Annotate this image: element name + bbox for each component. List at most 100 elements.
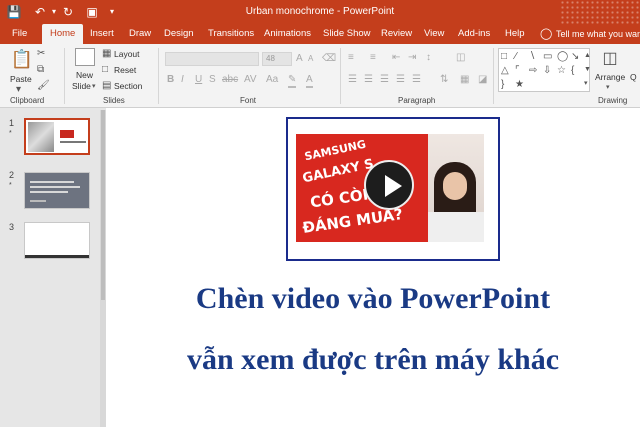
presenter-face [443,172,467,200]
play-icon[interactable] [364,160,414,210]
tab-design[interactable]: Design [164,24,194,44]
scrollbar-thumb[interactable] [101,110,105,300]
new-slide-button[interactable]: New [76,70,93,80]
decrease-font-icon[interactable]: A [308,53,313,65]
align-text-icon[interactable]: ▦ [460,74,469,86]
reset-button[interactable]: Reset [114,65,136,75]
text-direction-icon[interactable]: ⇅ [440,74,448,86]
arrow-right-shape-icon[interactable]: ⇨ [529,65,537,77]
strikethrough-button[interactable]: abc [222,74,238,86]
star-shape-icon[interactable]: ★ [515,79,524,91]
paste-button[interactable]: Paste [10,74,32,84]
gallery-more-icon[interactable]: ▾ [584,78,588,90]
layout-icon: ▦ [102,48,112,59]
clear-formatting-icon[interactable]: ⌫ [322,53,336,65]
presenter-shirt [428,212,484,242]
tab-view[interactable]: View [424,24,444,44]
textbox-shape-icon[interactable]: □ [501,51,507,63]
columns-icon[interactable]: ◫ [456,52,465,64]
connector-shape-icon[interactable]: ⌜ [515,65,520,77]
align-left-icon[interactable]: ☰ [348,74,357,86]
arrange-dropdown-icon[interactable]: ▾ [606,82,610,94]
star-shape-icon[interactable]: ☆ [557,65,566,77]
group-separator [340,48,341,104]
triangle-shape-icon[interactable]: △ [501,65,509,77]
shapes-gallery[interactable]: □ ∕ ∖ ▭ ◯ ↘ △ ⌜ ⇨ ⇩ ☆ { } ★ [498,48,590,92]
oval-shape-icon[interactable]: ◯ [557,51,568,63]
layout-button[interactable]: Layout [114,49,140,59]
slide-number: 1 [9,118,15,128]
slide-animation-marker: * [9,182,12,189]
tell-me-box[interactable]: Tell me what you want [556,24,640,44]
tab-help[interactable]: Help [505,24,525,44]
new-slide-dropdown-icon[interactable]: ▾ [92,81,96,93]
underline-button[interactable]: U [195,74,202,86]
caption-line-2: vẫn xem được trên máy khác [186,343,560,376]
slide-number: 2 [9,170,15,180]
section-icon: ▤ [102,80,112,91]
cut-icon[interactable]: ✂ [37,48,45,60]
bold-button[interactable]: B [167,74,174,86]
line-shape-icon[interactable]: ∖ [529,51,535,63]
arrange-icon[interactable]: ◫ [600,50,620,68]
justify-icon[interactable]: ☰ [396,74,405,86]
increase-font-icon[interactable]: A [296,53,303,65]
thumb-text [30,181,74,183]
smartart-icon[interactable]: ◪ [478,74,487,86]
tab-draw[interactable]: Draw [129,24,151,44]
change-case-button[interactable]: Aa [266,74,278,86]
bullets-icon[interactable]: ≡ [348,52,354,64]
drawing-group-label: Drawing [598,96,628,105]
format-painter-icon[interactable]: 🖌 [37,80,50,92]
tab-add-ins[interactable]: Add-ins [458,24,490,44]
slide-thumbnail-pane [0,108,106,427]
line-shape-icon[interactable]: ∕ [515,51,517,63]
tab-insert[interactable]: Insert [90,24,114,44]
decrease-indent-icon[interactable]: ⇤ [392,52,400,64]
gallery-up-icon[interactable]: ▲ [584,50,591,62]
tab-transitions[interactable]: Transitions [208,24,254,44]
line-spacing-icon[interactable]: ↕ [426,52,431,64]
video-placeholder[interactable]: SAMSUNG GALAXY S CÓ CÒN ĐÁNG MUA? [286,117,500,261]
new-slide-icon[interactable] [75,48,95,66]
shadow-button[interactable]: S [209,74,216,86]
distributed-icon[interactable]: ☰ [412,74,421,86]
section-button[interactable]: Section [114,81,142,91]
brace-shape-icon[interactable]: } [501,79,504,91]
highlight-color-icon[interactable]: ✎ [288,74,297,88]
clipboard-group-label: Clipboard [10,96,45,105]
copy-icon[interactable]: ⧉ [37,64,44,76]
arrange-button[interactable]: Arrange [595,72,625,82]
thumb-text [30,186,80,188]
tab-file[interactable]: File [12,24,27,44]
align-right-icon[interactable]: ☰ [380,74,389,86]
increase-indent-icon[interactable]: ⇥ [408,52,416,64]
tab-home[interactable]: Home [42,24,84,44]
arrow-shape-icon[interactable]: ↘ [571,51,579,63]
new-slide-label-2: Slide [72,81,91,91]
thumb-video [60,130,74,138]
font-name-field[interactable] [165,52,259,66]
ribbon-tab-bar: File Home Insert Draw Design Transitions… [0,24,640,44]
arrow-down-shape-icon[interactable]: ⇩ [543,65,551,77]
slide-thumbnail-3[interactable] [24,222,90,259]
character-spacing-button[interactable]: AV [244,74,257,86]
numbering-icon[interactable]: ≡ [370,52,376,64]
slide-thumbnail-1[interactable] [24,118,90,155]
curly-brace-shape-icon[interactable]: { [571,65,574,77]
tab-review[interactable]: Review [381,24,412,44]
tab-animations[interactable]: Animations [264,24,311,44]
rectangle-shape-icon[interactable]: ▭ [543,51,552,63]
thumb-text [30,200,46,202]
italic-button[interactable]: I [181,74,184,86]
gallery-down-icon[interactable]: ▼ [584,64,591,76]
align-center-icon[interactable]: ☰ [364,74,373,86]
quick-styles-button[interactable]: Q [630,72,637,82]
group-separator [493,48,494,104]
font-color-button[interactable]: A [306,74,313,88]
paste-dropdown-icon[interactable]: ▾ [16,84,21,96]
slide-thumbnail-2[interactable] [24,172,90,209]
font-size-field[interactable]: 48 [262,52,292,66]
tab-slide-show[interactable]: Slide Show [323,24,371,44]
paste-icon[interactable]: 📋 [10,48,34,70]
